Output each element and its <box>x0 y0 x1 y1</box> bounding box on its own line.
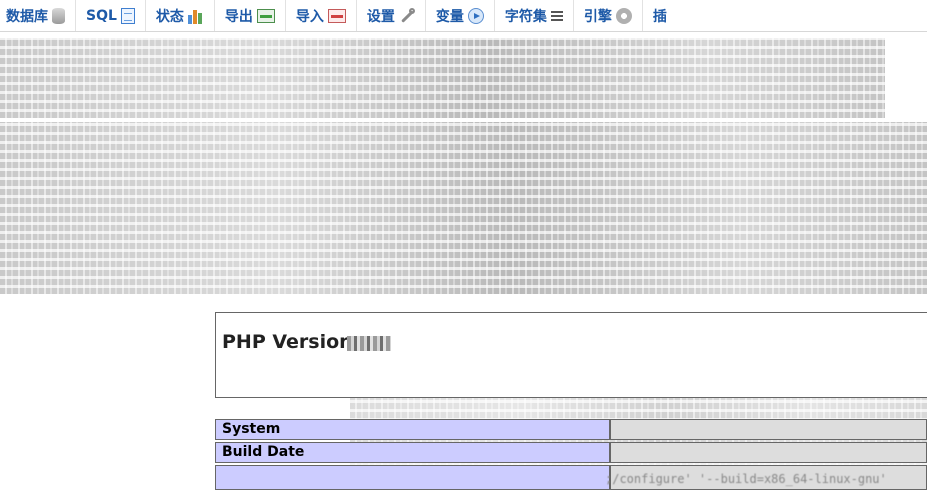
tab-engines[interactable]: 引擎 <box>574 0 643 31</box>
tab-sql[interactable]: SQL <box>76 0 146 31</box>
sql-icon <box>120 7 135 24</box>
status-icon <box>187 8 204 24</box>
tab-label: 变量 <box>435 8 464 25</box>
tab-plugins[interactable]: 插 <box>643 0 677 31</box>
top-tab-bar: 数据库 SQL 状态 导出 导入 设置 变量 字符集 引擎 插 <box>0 0 927 32</box>
row-label: Build Date <box>215 442 610 463</box>
tab-label: SQL <box>86 7 117 24</box>
tab-label: 设置 <box>366 8 395 25</box>
redacted-paragraph-2 <box>0 122 927 294</box>
php-version-box: PHP Version <box>215 312 927 398</box>
tab-variables[interactable]: 变量 <box>426 0 495 31</box>
tab-export[interactable]: 导出 <box>215 0 286 31</box>
engine-icon <box>615 7 632 24</box>
row-value-redacted <box>610 442 927 463</box>
table-row: Build Date <box>215 442 927 463</box>
tab-label: 状态 <box>155 8 184 25</box>
tab-charsets[interactable]: 字符集 <box>495 0 574 31</box>
tab-settings[interactable]: 设置 <box>357 0 426 31</box>
tab-label: 插 <box>652 8 667 25</box>
row-label-redacted <box>215 465 610 490</box>
redacted-paragraph-1 <box>0 38 885 118</box>
import-icon <box>327 8 346 23</box>
variables-icon <box>467 7 484 24</box>
tab-import[interactable]: 导入 <box>286 0 357 31</box>
tab-label: 字符集 <box>504 8 547 25</box>
charset-icon <box>550 10 563 22</box>
php-version-title: PHP Version <box>222 331 353 353</box>
tab-label: 数据库 <box>6 8 48 25</box>
tab-status[interactable]: 状态 <box>146 0 215 31</box>
table-row: System <box>215 419 927 440</box>
export-icon <box>256 8 275 23</box>
wrench-icon <box>399 7 415 24</box>
tab-label: 导入 <box>295 8 324 25</box>
database-icon <box>52 7 65 24</box>
tab-databases[interactable]: 数据库 <box>0 0 76 31</box>
row-value-redacted <box>610 419 927 440</box>
row-label: System <box>215 419 610 440</box>
tab-label: 引擎 <box>583 8 612 25</box>
tab-label: 导出 <box>224 8 253 25</box>
configure-command-text: ;/configure' '--build=x86_64-linux-gnu' <box>605 472 887 486</box>
redacted-version-number <box>347 336 391 351</box>
